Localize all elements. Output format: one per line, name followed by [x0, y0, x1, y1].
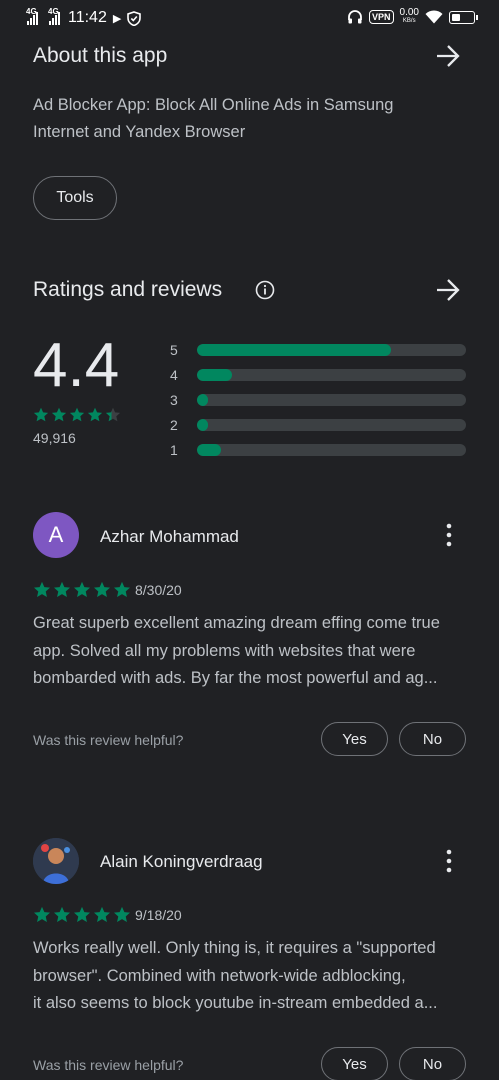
rating-histogram: 5 4 3 2 1: [170, 337, 466, 462]
star-icon: [69, 407, 85, 422]
star-icon: [54, 906, 70, 922]
star-icon: [34, 581, 50, 597]
avatar: [33, 838, 79, 884]
histogram-row: 1: [170, 437, 466, 462]
category-chip[interactable]: Tools: [33, 176, 117, 220]
review-text: Works really well. Only thing is, it req…: [33, 935, 473, 1018]
histogram-track: [197, 443, 466, 456]
histogram-track: [197, 393, 466, 406]
star-icon: [34, 906, 50, 922]
histogram-star-label: 2: [170, 416, 178, 433]
review-text-line: Works really well. Only thing is, it req…: [33, 939, 436, 957]
more-options-icon[interactable]: [439, 848, 459, 874]
histogram-star-label: 4: [170, 366, 178, 383]
helpful-yes-button[interactable]: Yes: [321, 1047, 388, 1080]
rating-count: 49,916: [33, 430, 76, 446]
review-star-rating: [33, 906, 131, 924]
star-icon: [74, 581, 90, 597]
profile-photo-icon: [33, 838, 79, 884]
star-icon: [114, 906, 130, 922]
average-star-rating: [33, 407, 121, 423]
helpful-prompt: Was this review helpful?: [33, 1057, 184, 1073]
cell-signal-icon-2: 4G: [48, 7, 60, 25]
histogram-track: [197, 343, 466, 356]
star-icon: [54, 581, 70, 597]
histogram-bar: [197, 343, 391, 356]
battery-icon: [449, 10, 478, 24]
histogram-track: [197, 418, 466, 431]
histogram-row: 4: [170, 362, 466, 387]
star-icon: [94, 906, 110, 922]
average-rating: 4.4: [33, 331, 120, 400]
arrow-right-icon[interactable]: [435, 277, 461, 303]
app-description: Ad Blocker App: Block All Online Ads in …: [33, 96, 394, 141]
histogram-row: 5: [170, 337, 466, 362]
review-date: 9/18/20: [135, 907, 182, 923]
review-text: Great superb excellent amazing dream eff…: [33, 610, 473, 693]
helpful-yes-button[interactable]: Yes: [321, 722, 388, 756]
star-icon: [74, 906, 90, 922]
network-speed: 0.00 KB/s: [399, 7, 419, 25]
about-title: About this app: [33, 44, 168, 67]
reviewer-name: Azhar Mohammad: [100, 527, 239, 546]
arrow-right-icon[interactable]: [435, 43, 461, 69]
shield-icon: [127, 10, 142, 26]
star-icon: [114, 581, 130, 597]
wifi-icon: [425, 10, 443, 24]
info-icon[interactable]: [255, 280, 275, 300]
star-icon: [87, 407, 103, 422]
histogram-bar: [197, 443, 222, 456]
avatar: A: [33, 512, 79, 558]
star-icon: [105, 407, 121, 422]
star-icon: [94, 581, 110, 597]
review-text-line: it also seems to block youtube in-stream…: [33, 994, 438, 1012]
helpful-no-button[interactable]: No: [399, 1047, 466, 1080]
helpful-prompt: Was this review helpful?: [33, 732, 184, 748]
histogram-bar: [197, 393, 208, 406]
review-text-line: browser". Combined with network-wide adb…: [33, 966, 406, 985]
cell-signal-icon: 4G: [26, 7, 38, 25]
histogram-star-label: 1: [170, 441, 178, 458]
histogram-star-label: 5: [170, 341, 178, 358]
review-text-line: app. Solved all my problems with website…: [33, 641, 416, 660]
histogram-star-label: 3: [170, 391, 178, 408]
review-date: 8/30/20: [135, 582, 182, 598]
histogram-bar: [197, 368, 232, 381]
histogram-track: [197, 368, 466, 381]
vpn-badge: VPN: [369, 10, 394, 24]
play-icon: ▶: [112, 12, 122, 25]
star-icon: [33, 407, 49, 422]
reviewer-name: Alain Koningverdraag: [100, 852, 263, 871]
more-options-icon[interactable]: [439, 522, 459, 548]
status-bar: 4G 4G 11:42 ▶ VPN 0.00 KB/s: [0, 0, 499, 38]
clock: 11:42: [68, 9, 107, 26]
review-star-rating: [33, 581, 131, 599]
headphones-icon: [348, 10, 362, 24]
histogram-row: 2: [170, 412, 466, 437]
histogram-row: 3: [170, 387, 466, 412]
review-text-line: Great superb excellent amazing dream eff…: [33, 614, 440, 632]
histogram-bar: [197, 418, 208, 431]
star-icon: [51, 407, 67, 422]
ratings-title: Ratings and reviews: [33, 278, 223, 301]
review-text-line: bombarded with ads. By far the most powe…: [33, 669, 438, 687]
helpful-no-button[interactable]: No: [399, 722, 466, 756]
